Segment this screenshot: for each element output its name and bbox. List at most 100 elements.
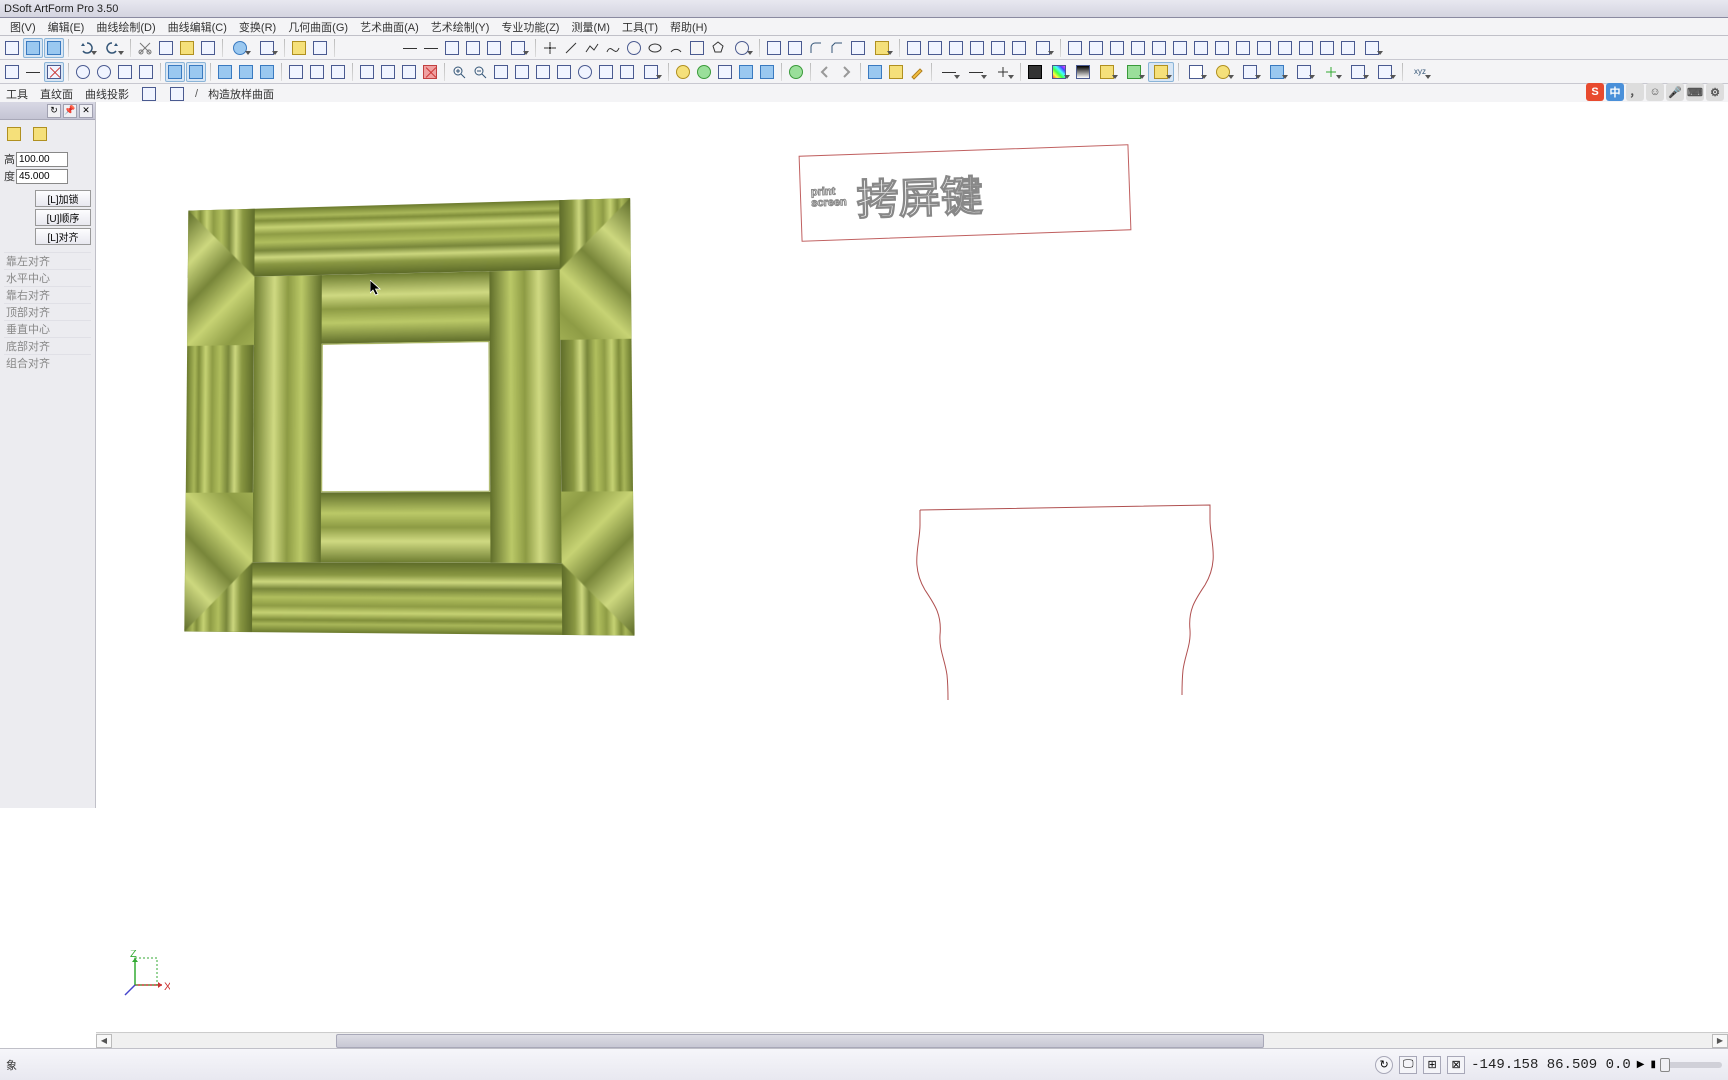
pan-icon[interactable] (554, 62, 574, 82)
menu-edit[interactable]: 编辑(E) (42, 19, 91, 35)
align-combine[interactable]: 组合对齐 (4, 354, 91, 371)
brush-1-icon[interactable] (1094, 62, 1120, 82)
view-more-icon[interactable] (638, 62, 664, 82)
file-new-icon[interactable] (1183, 62, 1209, 82)
dim-3-icon[interactable] (442, 38, 462, 58)
zoom-fit-icon[interactable] (512, 62, 532, 82)
snap-disable-icon[interactable] (44, 62, 64, 82)
endcap-dropdown-icon[interactable] (990, 62, 1016, 82)
grid-show-icon[interactable] (165, 62, 185, 82)
sphere-dropdown-icon[interactable] (227, 38, 253, 58)
zoom-slider[interactable] (1662, 1062, 1722, 1068)
zoom-in-icon[interactable] (449, 62, 469, 82)
menu-geometry-surface[interactable]: 几何曲面(G) (282, 19, 354, 35)
angle-icon[interactable] (1372, 62, 1398, 82)
pick-pt-icon[interactable] (286, 62, 306, 82)
panel-tool-1-icon[interactable] (4, 124, 24, 144)
panel-refresh-icon[interactable]: ↻ (47, 104, 61, 118)
status-grid-icon[interactable]: ⊞ (1423, 1056, 1441, 1074)
redo-icon[interactable] (100, 38, 126, 58)
swatch-black-icon[interactable] (1025, 62, 1045, 82)
ime-punct-icon[interactable]: ， (1626, 83, 1644, 101)
layer-11-icon[interactable] (1275, 38, 1295, 58)
offset-icon[interactable] (848, 38, 868, 58)
dim-2-icon[interactable] (421, 38, 441, 58)
point-tool-icon[interactable] (540, 38, 560, 58)
ime-face-icon[interactable]: ☺ (1646, 83, 1664, 101)
tab-curve-project[interactable]: 曲线投影 (83, 86, 131, 102)
profile-curves[interactable] (910, 500, 1230, 720)
edit-move-icon[interactable] (357, 62, 377, 82)
array-more-icon[interactable] (1030, 38, 1056, 58)
snap-center-icon[interactable] (73, 62, 93, 82)
cube-icon[interactable] (1264, 62, 1290, 82)
align-hcenter[interactable]: 水平中心 (4, 269, 91, 286)
edit-scale-icon[interactable] (399, 62, 419, 82)
layer-9-icon[interactable] (1233, 38, 1253, 58)
ellipse-tool-icon[interactable] (645, 38, 665, 58)
ime-lang-icon[interactable]: 中 (1606, 83, 1624, 101)
swatch-rainbow-icon[interactable] (1046, 62, 1072, 82)
dim-5-icon[interactable] (484, 38, 504, 58)
layer-4-icon[interactable] (1128, 38, 1148, 58)
btn-lock[interactable]: [L]加锁 (35, 190, 91, 207)
render-2-icon[interactable] (736, 62, 756, 82)
swatch-gradient-icon[interactable] (1073, 62, 1093, 82)
panel-pin-icon[interactable]: 📌 (63, 104, 77, 118)
layer-trash-icon[interactable] (1338, 38, 1358, 58)
tab-tools[interactable]: 工具 (4, 86, 30, 102)
box-dropdown-icon[interactable] (254, 38, 280, 58)
orbit-icon[interactable] (575, 62, 595, 82)
menu-view[interactable]: 图(V) (4, 19, 42, 35)
curve-tool-icon[interactable] (603, 38, 623, 58)
view-mode-2-icon[interactable] (44, 38, 64, 58)
view-iso-1-icon[interactable] (215, 62, 235, 82)
pen-icon[interactable] (907, 62, 927, 82)
align-bottom[interactable]: 底部对齐 (4, 337, 91, 354)
grid-snap-icon[interactable] (186, 62, 206, 82)
chamfer-icon[interactable] (827, 38, 847, 58)
ime-sogou-icon[interactable]: S (1586, 83, 1604, 101)
btn-order[interactable]: [U]顺序 (35, 209, 91, 226)
menu-transform[interactable]: 变换(R) (233, 19, 282, 35)
pick-near-icon[interactable] (328, 62, 348, 82)
layer-more-icon[interactable] (1359, 38, 1385, 58)
duplicate-icon[interactable] (198, 38, 218, 58)
menu-tools[interactable]: 工具(T) (616, 19, 664, 35)
panel-tool-2-icon[interactable] (30, 124, 50, 144)
viewport[interactable]: print screen 拷屏键 X Z (100, 102, 1728, 1028)
menu-art-surface[interactable]: 艺术曲面(A) (354, 19, 425, 35)
array-4-icon[interactable] (967, 38, 987, 58)
input-angle[interactable] (16, 169, 68, 184)
fillet-icon[interactable] (806, 38, 826, 58)
hscroll-left-icon[interactable]: ◀ (96, 1034, 112, 1048)
light-1-icon[interactable] (673, 62, 693, 82)
settings-2-icon[interactable] (1291, 62, 1317, 82)
line-tool-icon[interactable] (561, 38, 581, 58)
hscroll-right-icon[interactable]: ▶ (1712, 1034, 1728, 1048)
layer-12-icon[interactable] (1296, 38, 1316, 58)
delete-icon[interactable] (420, 62, 440, 82)
horizontal-scrollbar[interactable]: ◀ ▶ (96, 1032, 1728, 1048)
polygon-tool-icon[interactable] (708, 38, 728, 58)
bulb-icon[interactable] (1210, 62, 1236, 82)
undo-icon[interactable] (73, 38, 99, 58)
relief-icon[interactable] (865, 62, 885, 82)
layer-7-icon[interactable] (1191, 38, 1211, 58)
status-refresh-icon[interactable]: ↻ (1375, 1056, 1393, 1074)
array-3-icon[interactable] (946, 38, 966, 58)
snap-quad-icon[interactable] (94, 62, 114, 82)
align-left[interactable]: 靠左对齐 (4, 252, 91, 269)
slider-stop-icon[interactable]: ▮ (1650, 1059, 1656, 1070)
hscroll-thumb[interactable] (336, 1034, 1264, 1048)
view-iso-2-icon[interactable] (236, 62, 256, 82)
dim-4-icon[interactable] (463, 38, 483, 58)
nav-next-icon[interactable] (836, 62, 856, 82)
snap-tan-icon[interactable] (136, 62, 156, 82)
layer-8-icon[interactable] (1212, 38, 1232, 58)
lock-icon[interactable] (289, 38, 309, 58)
snap-axis-icon[interactable] (2, 62, 22, 82)
subbar-btn-2-icon[interactable] (167, 84, 187, 104)
nav-prev-icon[interactable] (815, 62, 835, 82)
layer-1-icon[interactable] (1065, 38, 1085, 58)
